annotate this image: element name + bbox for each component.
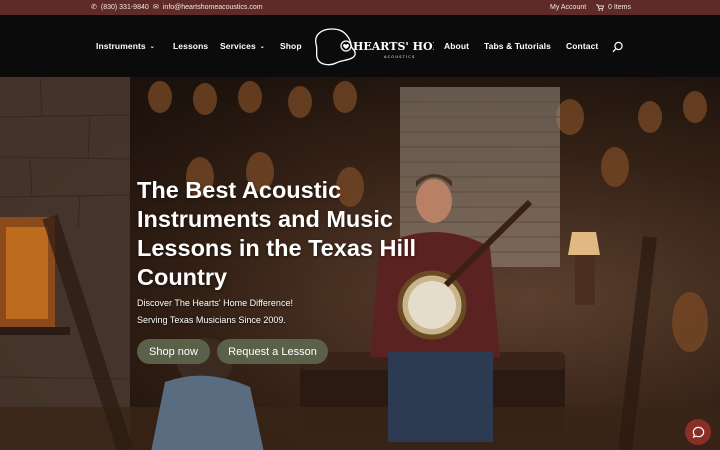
main-navigation: Instruments ⌄ Lessons Services ⌄ Shop HE… (0, 15, 720, 77)
nav-about-label: About (444, 41, 470, 51)
hearts-home-logo[interactable]: HEARTS' HOME ACOUSTICS (312, 27, 434, 67)
search-icon[interactable] (612, 41, 624, 53)
top-utility-bar: ✆ (830) 331-9840 ✉ info@heartshomeacoust… (0, 0, 720, 15)
phone-icon: ✆ (91, 4, 97, 11)
logo-subtext: ACOUSTICS (384, 55, 416, 59)
hero-subtitle-since: Serving Texas Musicians Since 2009. (137, 315, 286, 325)
nav-shop-label: Shop (280, 41, 302, 51)
cart-link[interactable]: 0 Items (596, 0, 631, 15)
hero-headline: The Best Acoustic Instruments and Music … (137, 177, 417, 290)
nav-tabs-tutorials-label: Tabs & Tutorials (484, 41, 551, 51)
chevron-down-icon: ⌄ (149, 43, 155, 50)
envelope-icon: ✉ (153, 4, 159, 11)
chat-bubble-icon (692, 426, 704, 438)
phone-link[interactable]: ✆ (830) 331-9840 (91, 0, 149, 15)
nav-instruments[interactable]: Instruments ⌄ (96, 41, 155, 51)
hero-subtitle-difference: Discover The Hearts' Home Difference! (137, 298, 293, 308)
nav-contact[interactable]: Contact (566, 41, 598, 51)
nav-shop[interactable]: Shop (280, 41, 302, 51)
cart-icon (596, 4, 604, 11)
my-account-label: My Account (550, 4, 587, 11)
nav-instruments-label: Instruments (96, 41, 146, 51)
shop-now-button[interactable]: Shop now (137, 339, 210, 364)
email-link[interactable]: ✉ info@heartshomeacoustics.com (153, 0, 263, 15)
nav-contact-label: Contact (566, 41, 599, 51)
nav-lessons[interactable]: Lessons (173, 41, 208, 51)
chevron-down-icon: ⌄ (259, 43, 265, 50)
my-account-link[interactable]: My Account (550, 0, 586, 15)
nav-lessons-label: Lessons (173, 41, 209, 51)
nav-services-label: Services (220, 41, 256, 51)
chat-button[interactable] (685, 419, 711, 445)
cart-count: 0 Items (608, 4, 631, 11)
nav-services[interactable]: Services ⌄ (220, 41, 265, 51)
nav-tabs-tutorials[interactable]: Tabs & Tutorials (484, 41, 551, 51)
email-address: info@heartshomeacoustics.com (162, 4, 263, 11)
request-lesson-button[interactable]: Request a Lesson (217, 339, 328, 364)
hero-section: The Best Acoustic Instruments and Music … (0, 77, 720, 450)
phone-number: (830) 331-9840 (100, 4, 149, 11)
nav-about[interactable]: About (444, 41, 469, 51)
logo-text: HEARTS' HOME (353, 40, 434, 53)
